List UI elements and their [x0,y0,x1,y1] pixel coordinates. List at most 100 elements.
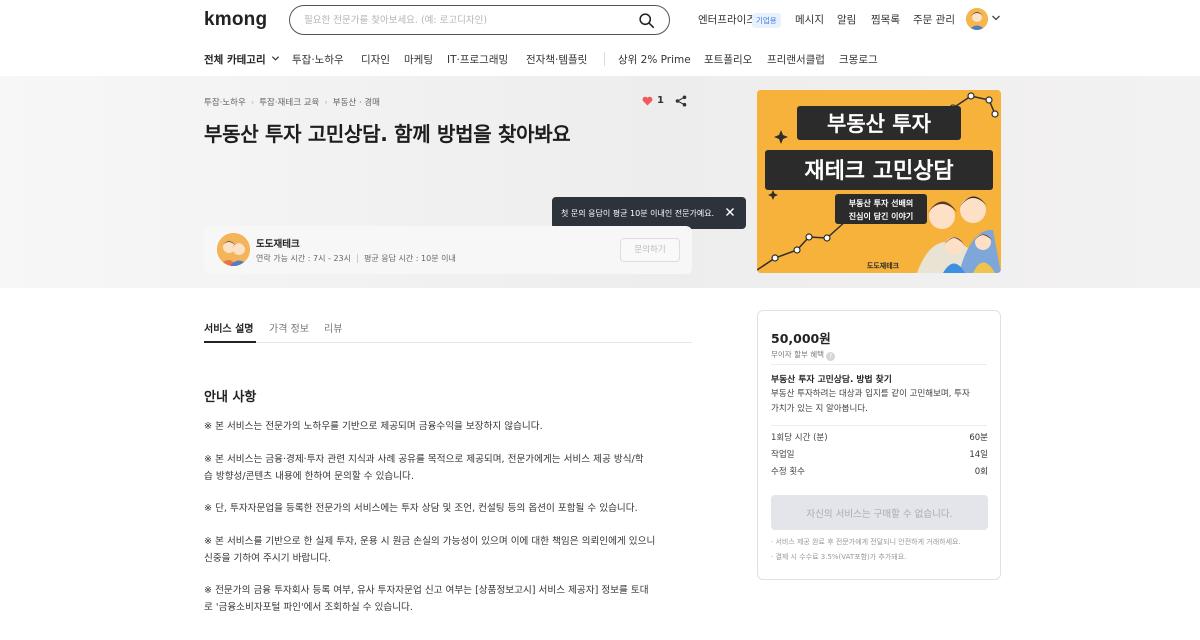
spec-row: 작업일 14일 [771,448,988,460]
notice-paragraph: ※ 본 서비스는 전문가의 노하우를 기반으로 제공되며 금융수익을 보장하지 … [204,418,704,435]
category-item[interactable]: 디자인 [361,52,390,67]
installment-label: 무이자 할부 혜택 [771,350,825,359]
category-item[interactable]: 투잡·노하우 [292,52,344,67]
category-freelancer-club[interactable]: 프리랜서클럽 [767,52,825,67]
breadcrumb-separator: › [324,98,328,108]
spec-row: 1회당 시간 (분) 60분 [771,431,988,443]
user-avatar[interactable] [966,8,988,30]
search-input[interactable] [304,12,624,29]
spec-value: 0회 [974,467,988,477]
purchase-note: · 결제 시 수수료 3.5%(VAT포함)가 추가돼요. [771,553,907,561]
seller-card: 도도재테크 연락 가능 시간 : 7시 - 23시 평균 응답 시간 : 10분 … [204,226,692,274]
nav-favorites[interactable]: 찜목록 [871,12,900,27]
chevron-down-icon[interactable] [991,13,1001,23]
close-icon[interactable] [724,206,736,218]
paragraph-line: ※ 단, 투자자문업을 등록한 전문가의 서비스에는 투자 상담 및 조언, 컨… [204,503,638,514]
paragraph-line: 신중을 기하여 주시기 바랍니다. [204,553,331,564]
purchase-note: · 서비스 제공 완료 후 전문가에게 전달되니 안전하게 거래하세요. [771,538,961,546]
breadcrumb-item[interactable]: 투잡·노하우 [204,98,246,108]
like-count: 1 [657,95,664,106]
category-prime[interactable]: 상위 2% Prime [618,52,691,67]
seller-avatar[interactable] [217,233,250,266]
service-thumbnail[interactable]: 부동산 투자 재테크 고민상담 부동산 투자 선배의 진심이 담긴 이야기 도도… [757,90,1001,273]
category-item[interactable]: 마케팅 [404,52,433,67]
paragraph-line: 습 방향성/콘텐츠 내용에 한하여 문의할 수 있습니다. [204,471,414,482]
response-time: 평균 응답 시간 : 10분 이내 [364,254,456,263]
divider [771,425,987,426]
kmong-logo[interactable]: kmong [204,9,267,31]
seller-meta: 연락 가능 시간 : 7시 - 23시 평균 응답 시간 : 10분 이내 [256,253,456,264]
contact-button[interactable]: 문의하기 [620,238,680,262]
package-description: 부동산 투자하려는 대상과 입지를 같이 고민해보며, 투자 가치가 있는 지 … [771,387,991,416]
breadcrumb-item[interactable]: 부동산 · 경매 [333,98,380,108]
category-item[interactable]: 전자책·템플릿 [526,52,587,67]
nav-enterprise[interactable]: 엔터프라이즈 [698,12,756,27]
contact-hours: 연락 가능 시간 : 7시 - 23시 [256,254,351,263]
all-categories-menu[interactable]: 전체 카테고리 [204,52,280,67]
response-time-tooltip: 첫 문의 응답이 평균 10분 이내인 전문가예요. [552,197,746,237]
notice-paragraph: ※ 본 서비스를 기반으로 한 실제 투자, 운용 시 원금 손실의 가능성이 … [204,533,704,567]
price: 50,000원 [771,331,831,346]
service-title: 부동산 투자 고민상담. 함께 방법을 찾아봐요 [204,122,571,146]
thumbnail-sub1: 부동산 투자 선배의 [849,198,913,208]
paragraph-line: ※ 본 서비스는 전문가의 노하우를 기반으로 제공되며 금융수익을 보장하지 … [204,421,543,432]
user-avatar-image [966,8,988,30]
notice-paragraph: ※ 단, 투자자문업을 등록한 전문가의 서비스에는 투자 상담 및 조언, 컨… [204,500,704,517]
thumbnail-sub2: 진심이 담긴 이야기 [849,211,913,221]
active-tab-indicator [204,341,256,343]
nav-notifications[interactable]: 알림 [837,12,856,27]
paragraph-line: ※ 전문가의 금융 투자회사 등록 여부, 유사 투자자문업 신고 여부는 [상… [204,585,649,596]
meta-divider [357,254,358,263]
paragraph-line: 로 '금융소비자포털 파인'에서 조회하실 수 있습니다. [204,602,413,613]
category-kmong-log[interactable]: 크몽로그 [839,52,878,67]
spec-label: 1회당 시간 (분) [771,433,828,443]
tab-reviews[interactable]: 리뷰 [324,320,342,335]
tab-service-description[interactable]: 서비스 설명 [204,320,253,335]
paragraph-line: ※ 본 서비스는 금융·경제·투자 관련 지식과 사례 공유를 목적으로 제공되… [204,454,644,465]
thumbnail-brand: 도도재테크 [867,261,900,270]
spec-row: 수정 횟수 0회 [771,465,988,477]
breadcrumb-item[interactable]: 투잡·재테크 교육 [259,98,319,108]
service-tabs: 서비스 설명 가격 정보 리뷰 [204,312,692,343]
thumbnail-illustration: 부동산 투자 재테크 고민상담 부동산 투자 선배의 진심이 담긴 이야기 도도… [757,90,1001,273]
breadcrumb: 투잡·노하우 › 투잡·재테크 교육 › 부동산 · 경매 [204,96,380,108]
breadcrumb-separator: › [250,98,255,108]
package-description-line: 부동산 투자하려는 대상과 입지를 같이 고민해보며, 투자 [771,389,970,399]
heart-icon [642,96,653,106]
notice-paragraph: ※ 본 서비스는 금융·경제·투자 관련 지식과 사례 공유를 목적으로 제공되… [204,451,704,485]
thumbnail-line1: 부동산 투자 [827,112,932,136]
share-icon[interactable] [675,95,687,107]
like-button[interactable]: 1 [642,95,664,106]
purchase-button[interactable]: 자신의 서비스는 구매할 수 없습니다. [771,495,988,530]
spec-label: 작업일 [771,450,795,460]
search-bar[interactable] [289,5,670,35]
category-divider [604,52,605,66]
chevron-down-icon [272,56,280,61]
notice-paragraph: ※ 전문가의 금융 투자회사 등록 여부, 유사 투자자문업 신고 여부는 [상… [204,582,704,616]
top-header: kmong 엔터프라이즈 기업용 메시지 알림 찜목록 주문 관리 [0,0,1200,40]
enterprise-badge: 기업용 [752,13,781,28]
spec-value: 60분 [969,433,988,443]
question-icon[interactable]: ? [826,352,836,361]
category-portfolio[interactable]: 포트폴리오 [704,52,752,67]
category-item[interactable]: IT·프로그래밍 [447,52,508,67]
paragraph-line: ※ 본 서비스를 기반으로 한 실제 투자, 운용 시 원금 손실의 가능성이 … [204,536,656,547]
purchase-box: 50,000원 무이자 할부 혜택? 부동산 투자 고민상담. 방법 찾기 부동… [757,310,1001,580]
spec-label: 수정 횟수 [771,467,805,477]
installment-info[interactable]: 무이자 할부 혜택? [771,349,836,361]
section-title: 안내 사항 [204,390,257,405]
divider [771,364,987,365]
package-description-line: 가치가 있는 지 알아봅니다. [771,403,868,414]
category-bar: 전체 카테고리 투잡·노하우 디자인 마케팅 IT·프로그래밍 전자책·템플릿 … [0,40,1200,76]
all-categories-label: 전체 카테고리 [204,54,266,66]
tooltip-text: 첫 문의 응답이 평균 10분 이내인 전문가예요. [561,209,715,218]
nav-messages[interactable]: 메시지 [795,12,824,27]
search-icon[interactable] [638,12,655,29]
thumbnail-line2: 재테크 고민상담 [804,159,953,184]
spec-value: 14일 [969,450,988,460]
seller-name[interactable]: 도도재테크 [256,236,300,250]
tab-price-info[interactable]: 가격 정보 [269,320,309,335]
package-title: 부동산 투자 고민상담. 방법 찾기 [771,375,892,385]
nav-orders[interactable]: 주문 관리 [913,12,955,27]
seller-avatar-image [217,233,250,266]
